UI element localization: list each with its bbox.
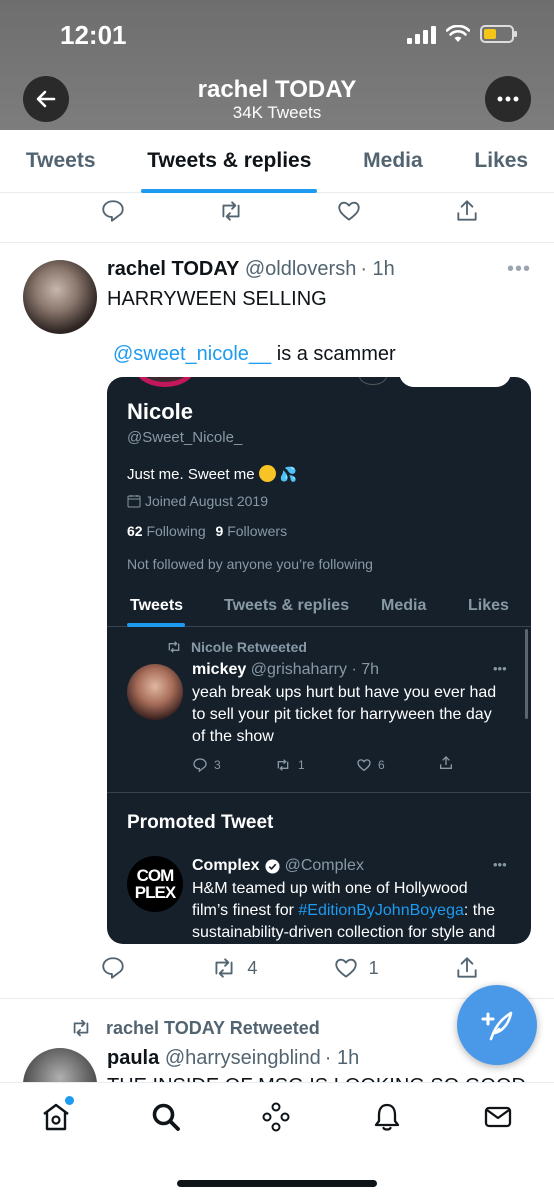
reply-icon	[102, 957, 124, 979]
nav-messages[interactable]	[480, 1099, 516, 1135]
droplets-icon: 💦	[279, 466, 298, 482]
cellular-signal-icon	[407, 24, 436, 44]
embed-promo-text: film’s finest for #EditionByJohnBoyega: …	[192, 902, 495, 919]
embed-inner-more-icon: •••	[493, 661, 507, 676]
attached-image[interactable]: Nicole @Sweet_Nicole_ Just me. Sweet me …	[107, 377, 531, 944]
embed-inner-avatar	[127, 664, 183, 720]
embed-promo-text: sustainability-driven collection for sty…	[192, 924, 496, 941]
ellipsis-icon	[497, 96, 519, 102]
tab-tweets[interactable]: Tweets	[20, 130, 102, 193]
share-icon[interactable]	[454, 198, 480, 224]
like-button[interactable]: 1	[333, 955, 379, 981]
embed-tab-indicator	[127, 623, 185, 627]
nav-home[interactable]	[38, 1096, 74, 1135]
wifi-icon	[446, 25, 470, 42]
tweet-author[interactable]: rachel TODAY @oldloversh · 1h	[107, 258, 395, 281]
avatar[interactable]	[23, 260, 97, 334]
notification-dot	[65, 1096, 74, 1105]
embed-promo-more-icon: •••	[493, 857, 507, 872]
embed-joined: Joined August 2019	[127, 493, 268, 509]
tweet-more-button[interactable]: •••	[507, 258, 531, 281]
tweet-actions: 4 1	[100, 955, 480, 981]
profile-tabs: Tweets Tweets & replies Media Likes	[0, 130, 554, 193]
home-indicator	[177, 1180, 377, 1187]
tweet-author[interactable]: paula @harryseingblind · 1h	[107, 1047, 359, 1070]
embed-icon-button	[359, 377, 387, 385]
nav-search[interactable]	[148, 1099, 184, 1135]
like-count: 1	[368, 957, 379, 978]
retweet-icon[interactable]	[218, 198, 244, 224]
previous-tweet-actions	[100, 198, 480, 224]
embed-promoted-title: Promoted Tweet	[127, 812, 274, 833]
embed-promo-author: Complex @Complex	[192, 857, 364, 874]
embed-tab-media: Media	[381, 597, 427, 614]
reply-icon[interactable]	[100, 198, 126, 224]
tweet-text: HARRYWEEN SELLING	[107, 288, 327, 310]
retweet-button[interactable]: 4	[211, 955, 257, 981]
search-icon	[152, 1103, 180, 1131]
reply-icon	[193, 757, 207, 772]
embed-inner-text: of the show	[192, 728, 274, 745]
embed-inner-author: mickey @grishaharry · 7h	[192, 661, 380, 678]
tab-likes[interactable]: Likes	[468, 130, 534, 193]
embed-tab-likes: Likes	[468, 597, 509, 614]
tweet-text-line: @sweet_nicole__ is a scammer	[113, 343, 396, 365]
retweet-icon	[168, 641, 180, 653]
embed-not-followed: Not followed by anyone you’re following	[127, 556, 373, 572]
embed-follow-stats: 62 Following 9 Followers	[127, 523, 288, 539]
tab-tweets-replies[interactable]: Tweets & replies	[141, 130, 318, 193]
retweet-count: 4	[247, 957, 258, 978]
embed-handle: @Sweet_Nicole_	[127, 429, 243, 446]
share-button[interactable]	[454, 955, 480, 981]
like-icon	[334, 958, 357, 978]
retweet-icon	[277, 758, 289, 771]
retweeted-by[interactable]: rachel TODAY Retweeted	[68, 1017, 320, 1039]
embed-inner-text: yeah break ups hurt but have you ever ha…	[192, 684, 497, 701]
profile-header: 12:01 rachel TODAY 34K Tweets	[0, 0, 554, 130]
divider	[0, 242, 554, 243]
embed-name: Nicole	[127, 399, 194, 424]
complex-logo: COM PLEX	[127, 856, 183, 912]
notifications-icon	[374, 1103, 400, 1131]
embed-follow-button	[399, 377, 511, 387]
profile-name: rachel TODAY	[197, 76, 357, 103]
home-icon	[43, 1103, 69, 1131]
status-icons	[407, 24, 517, 44]
mention-link[interactable]: @sweet_nicole__	[113, 343, 271, 365]
smiley-icon	[258, 465, 276, 482]
embed-tab-replies: Tweets & replies	[224, 597, 350, 614]
verified-badge-icon	[265, 858, 280, 874]
embed-inner-actions: 3 1 6	[192, 755, 454, 774]
spaces-icon	[262, 1102, 290, 1132]
retweet-icon	[215, 958, 233, 978]
compose-tweet-button[interactable]	[457, 985, 537, 1065]
embed-promo-text: H&M teamed up with one of Hollywood	[192, 880, 468, 897]
reply-button[interactable]	[100, 955, 136, 981]
more-button[interactable]	[485, 76, 531, 122]
nav-notifications[interactable]	[369, 1099, 405, 1135]
calendar-icon	[127, 495, 141, 508]
embed-retweeted-by: Nicole Retweeted	[165, 639, 307, 655]
embed-divider	[107, 792, 531, 793]
tweet-count: 34K Tweets	[232, 103, 322, 122]
status-time: 12:01	[60, 20, 127, 50]
embed-bio: Just me. Sweet me 💦	[127, 465, 298, 483]
embed-scrollbar	[525, 629, 528, 719]
embed-avatar	[135, 377, 195, 387]
share-icon	[457, 957, 477, 978]
battery-icon	[480, 25, 517, 43]
compose-feather-icon	[481, 1011, 513, 1041]
like-icon[interactable]	[336, 198, 362, 224]
embed-tab-tweets: Tweets	[130, 597, 184, 614]
nav-spaces[interactable]	[258, 1099, 294, 1135]
embed-inner-text: to sell your pit ticket for harryween th…	[192, 706, 492, 723]
retweet-icon	[73, 1019, 89, 1037]
messages-icon	[484, 1106, 512, 1128]
embed-tabs: Tweets Tweets & replies Media Likes	[107, 581, 531, 627]
tab-media[interactable]: Media	[357, 130, 429, 193]
like-icon	[357, 758, 371, 771]
share-icon	[440, 756, 452, 769]
